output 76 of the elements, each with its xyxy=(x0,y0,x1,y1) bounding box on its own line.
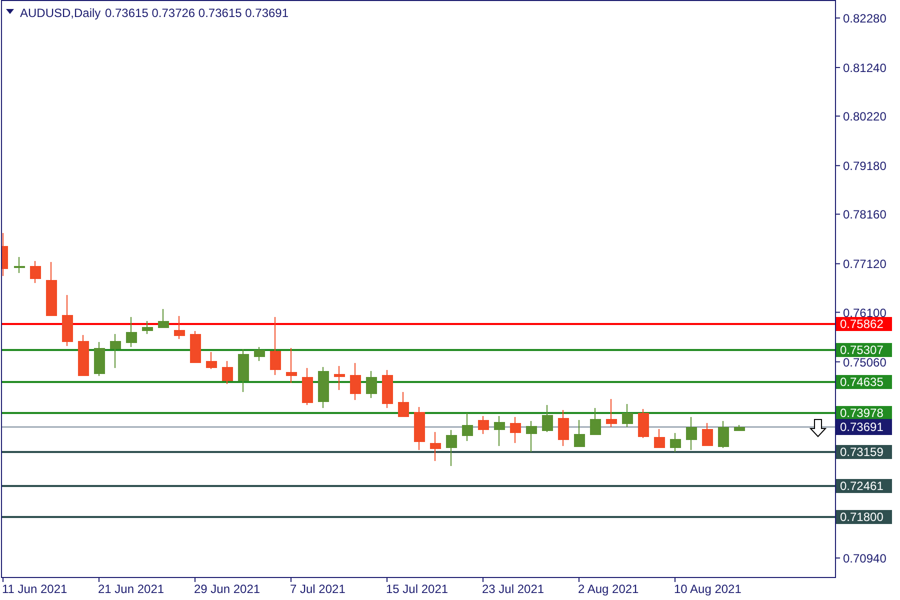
candlestick xyxy=(702,422,713,446)
candlestick xyxy=(2,232,8,276)
date-tick-label: 29 Jun 2021 xyxy=(194,582,260,596)
candlestick xyxy=(254,346,265,362)
candlestick xyxy=(222,360,233,384)
date-tick-label: 2 Aug 2021 xyxy=(578,582,639,596)
price-tag: 0.75307 xyxy=(836,343,892,357)
price-tick-label: 0.79180 xyxy=(843,159,886,174)
candlestick xyxy=(494,416,505,446)
candlestick xyxy=(414,406,425,450)
candlestick xyxy=(478,416,489,434)
candlestick xyxy=(350,362,361,400)
candlestick xyxy=(510,416,521,444)
price-tag: 0.71800 xyxy=(836,510,892,524)
price-tag: 0.73978 xyxy=(836,406,892,420)
candlestick xyxy=(542,404,553,432)
price-tick-label: 0.76100 xyxy=(843,306,886,320)
price-tick-label: 0.75060 xyxy=(843,355,886,370)
candlestick xyxy=(94,342,105,376)
candlestick xyxy=(14,256,25,274)
candlestick xyxy=(574,420,585,448)
candlestick xyxy=(590,408,601,436)
candlestick xyxy=(366,370,377,398)
candlestick xyxy=(46,262,57,316)
date-tick-label: 23 Jul 2021 xyxy=(482,582,544,596)
candlestick xyxy=(206,352,217,370)
price-tag: 0.74635 xyxy=(836,375,892,389)
date-tick-label: 11 Jun 2021 xyxy=(2,582,68,596)
price-tick-label: 0.70940 xyxy=(843,552,886,566)
candlestick xyxy=(158,308,169,328)
candlestick xyxy=(526,420,537,452)
candlestick xyxy=(558,410,569,446)
candlestick xyxy=(654,428,665,448)
candlestick xyxy=(734,424,745,432)
price-tag: 0.75862 xyxy=(836,317,892,331)
candlestick xyxy=(622,404,633,428)
candlestick xyxy=(398,392,409,418)
candlestick xyxy=(334,366,345,390)
price-tick-label: 0.80220 xyxy=(843,110,886,124)
candlestick xyxy=(462,412,473,442)
price-tag: 0.73691 xyxy=(836,419,892,435)
candlestick xyxy=(718,420,729,448)
candlestick xyxy=(382,370,393,408)
candlestick xyxy=(30,260,41,284)
price-tick-label: 0.82280 xyxy=(843,12,886,26)
candlestick xyxy=(670,432,681,452)
date-tick-label: 15 Jul 2021 xyxy=(386,582,448,596)
price-tick-label: 0.78160 xyxy=(843,208,886,222)
price-tick-label: 0.77120 xyxy=(843,257,886,272)
price-tag: 0.72461 xyxy=(836,479,892,493)
candlestick xyxy=(190,330,201,364)
candlestick xyxy=(174,316,185,340)
price-tick-label: 0.81240 xyxy=(843,61,886,76)
dropdown-triangle-icon xyxy=(6,9,14,14)
date-tick-label: 10 Aug 2021 xyxy=(674,582,742,596)
candlestick xyxy=(142,320,153,334)
price-tag: 0.73159 xyxy=(836,445,892,459)
candlestick xyxy=(126,316,137,348)
candlestick xyxy=(302,368,313,406)
candlestick xyxy=(286,348,297,384)
date-tick-label: 7 Jul 2021 xyxy=(290,582,346,596)
date-tick-label: 21 Jun 2021 xyxy=(98,582,164,596)
candlestick xyxy=(78,334,89,376)
ohlc-values: 0.73615 0.73726 0.73615 0.73691 xyxy=(105,6,289,20)
chart-symbol: AUDUSD,Daily xyxy=(20,6,101,20)
candlestick xyxy=(238,348,249,392)
candlestick xyxy=(606,398,617,428)
candlestick xyxy=(318,366,329,408)
candlestick xyxy=(270,316,281,376)
candlestick xyxy=(638,408,649,438)
candlestick xyxy=(686,416,697,450)
candlestick xyxy=(62,294,73,346)
candlestick xyxy=(110,334,121,368)
candlestick xyxy=(446,430,457,466)
candlestick xyxy=(430,432,441,462)
down-arrow-icon xyxy=(809,419,827,438)
